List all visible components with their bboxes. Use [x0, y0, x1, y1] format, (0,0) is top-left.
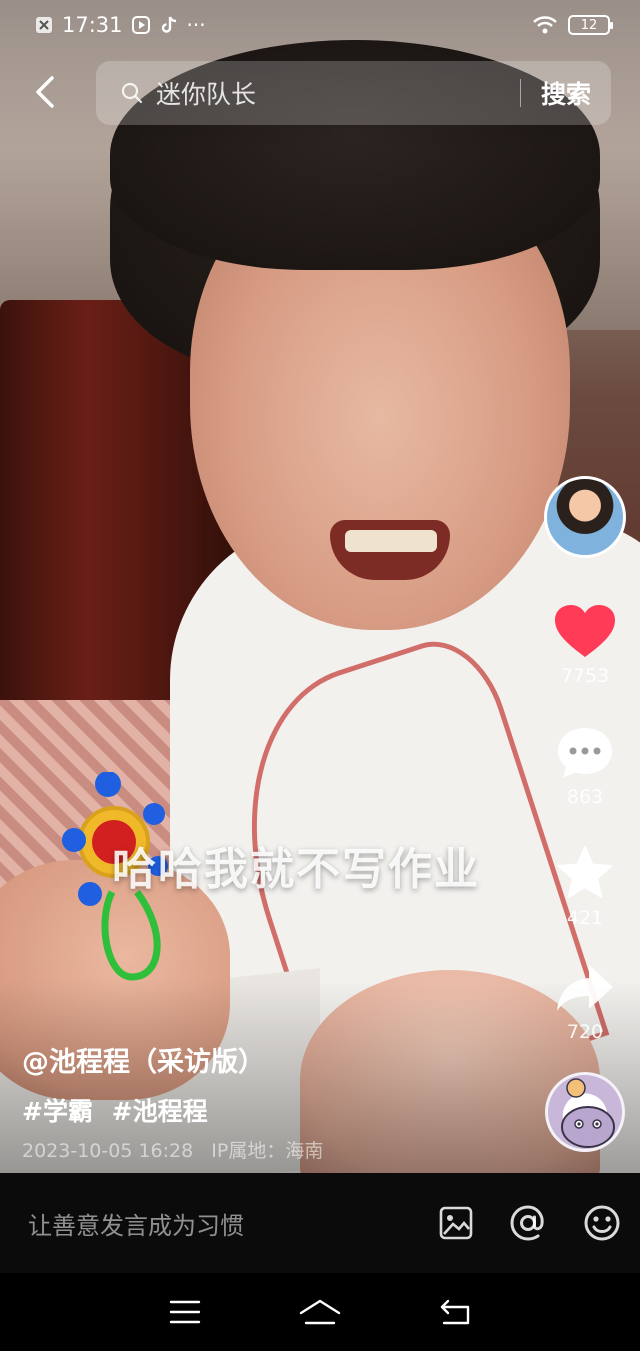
- wifi-icon: [533, 16, 557, 34]
- status-bar: 17:31 ··· 12: [0, 0, 640, 50]
- comment-bubble-icon: [558, 728, 612, 778]
- notification-blocked-icon: [36, 17, 52, 33]
- like-button[interactable]: 7753: [540, 605, 630, 687]
- music-disc[interactable]: [545, 1072, 625, 1152]
- search-query[interactable]: 迷你队长: [156, 75, 520, 111]
- search-button[interactable]: 搜索: [541, 75, 591, 111]
- comment-count: 863: [566, 786, 604, 808]
- heart-icon: [555, 605, 615, 657]
- author-avatar[interactable]: [544, 476, 626, 558]
- search-icon: [121, 82, 143, 104]
- comment-input-bar[interactable]: 让善意发言成为习惯: [0, 1173, 640, 1273]
- back-arrow-icon[interactable]: [28, 72, 64, 112]
- post-location: IP属地：海南: [211, 1140, 324, 1162]
- image-icon[interactable]: [438, 1205, 474, 1241]
- search-divider: [519, 79, 521, 107]
- post-tags: #学霸 #池程程: [22, 1092, 218, 1128]
- post-author[interactable]: @池程程（采访版）: [22, 1040, 265, 1079]
- share-arrow-icon: [557, 965, 613, 1011]
- menu-icon[interactable]: [168, 1299, 202, 1325]
- emoji-icon[interactable]: [582, 1203, 622, 1243]
- post-date: 2023-10-05 16:28: [22, 1140, 194, 1162]
- video-app-icon: [131, 16, 150, 34]
- home-icon[interactable]: [298, 1298, 342, 1326]
- star-icon: [557, 846, 613, 898]
- search-bar[interactable]: 迷你队长 搜索: [96, 61, 611, 125]
- video-teeth: [345, 530, 437, 552]
- share-button[interactable]: 720: [540, 963, 630, 1043]
- battery-indicator: 12: [568, 15, 613, 35]
- system-nav-bar: [0, 1273, 640, 1351]
- like-count: 7753: [560, 665, 610, 687]
- favorite-count: 421: [566, 907, 604, 929]
- at-icon[interactable]: [508, 1203, 548, 1243]
- tiktok-icon: [161, 16, 176, 33]
- comment-button[interactable]: 863: [540, 726, 630, 808]
- back-icon[interactable]: [438, 1298, 472, 1326]
- battery-level: 12: [580, 17, 598, 33]
- status-more: ···: [186, 13, 206, 37]
- share-count: 720: [566, 1021, 604, 1043]
- video-caption: 哈哈我就不写作业: [112, 844, 480, 895]
- post-meta: 2023-10-05 16:28 IP属地：海南: [22, 1136, 335, 1163]
- comment-input[interactable]: 让善意发言成为习惯: [28, 1206, 438, 1241]
- hashtag-link[interactable]: #池程程: [112, 1097, 208, 1126]
- hashtag-link[interactable]: #学霸: [22, 1097, 93, 1126]
- favorite-button[interactable]: 421: [540, 845, 630, 929]
- status-time: 17:31: [62, 13, 123, 37]
